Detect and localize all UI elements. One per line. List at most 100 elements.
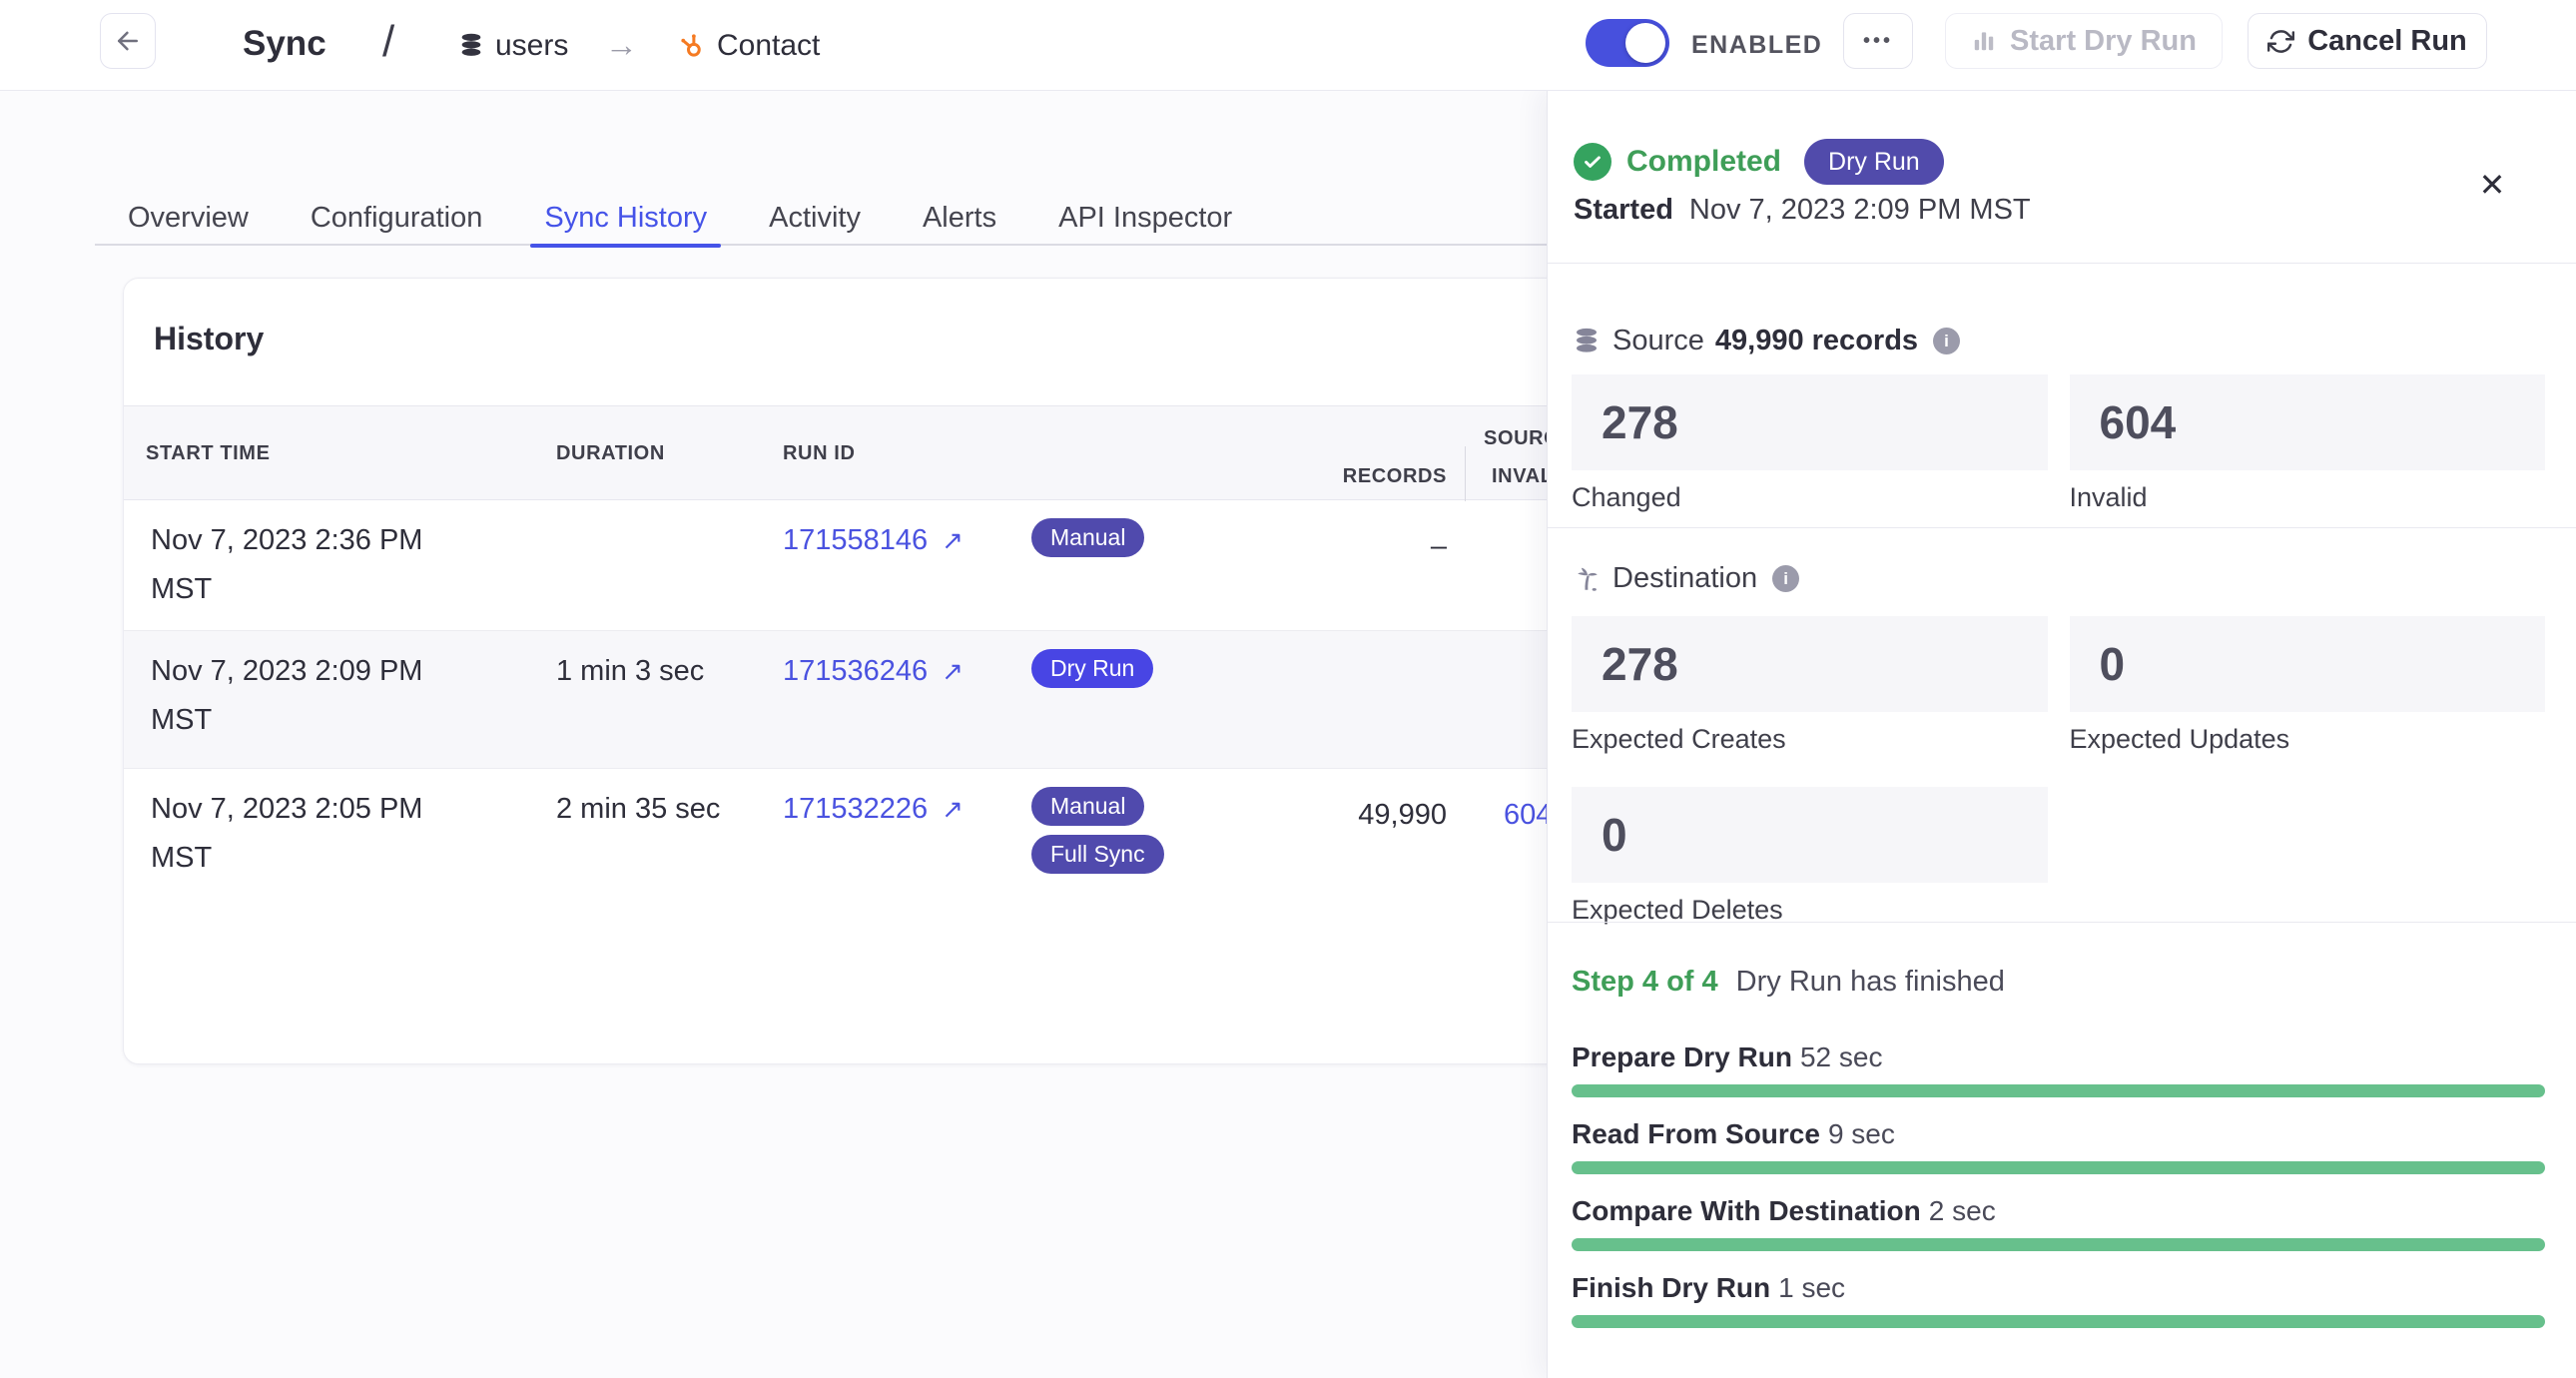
- tab-activity[interactable]: Activity: [769, 190, 861, 246]
- destination-label: Destination: [1612, 562, 1757, 595]
- breadcrumb-source-label: users: [495, 29, 568, 63]
- run-id-link[interactable]: 171532226: [783, 785, 928, 834]
- more-menu-button[interactable]: •••: [1843, 13, 1913, 69]
- page-title: Sync: [243, 24, 326, 64]
- tab-overview[interactable]: Overview: [128, 190, 249, 246]
- info-icon[interactable]: i: [1772, 565, 1799, 592]
- step-read-from-source: Read From Source 9 sec: [1572, 1118, 2545, 1174]
- cell-start-time: Nov 7, 2023 2:36 PM MST: [151, 516, 450, 614]
- tab-api-inspector[interactable]: API Inspector: [1058, 190, 1232, 246]
- cell-run-id: 171532226 ↗: [783, 785, 964, 834]
- cancel-run-label: Cancel Run: [2307, 25, 2467, 58]
- enabled-toggle[interactable]: [1586, 19, 1669, 67]
- run-detail-panel: Completed Dry Run ✕ StartedNov 7, 2023 2…: [1547, 91, 2576, 1378]
- table-row[interactable]: Nov 7, 2023 2:36 PM MST 171558146 ↗ Manu…: [124, 500, 1587, 631]
- destination-section-header: Destination i: [1572, 562, 1799, 595]
- progress-bar: [1572, 1161, 2545, 1174]
- start-dry-run-button[interactable]: Start Dry Run: [1945, 13, 2223, 69]
- enabled-label: ENABLED: [1691, 31, 1822, 60]
- step-duration: 2 sec: [1929, 1195, 1996, 1226]
- step-duration: 9 sec: [1828, 1118, 1895, 1149]
- database-icon: [1572, 327, 1602, 356]
- step-name: Read From Source: [1572, 1118, 1820, 1149]
- back-button[interactable]: [100, 13, 156, 69]
- progress-bar: [1572, 1238, 2545, 1251]
- source-records-count: 49,990 records: [1715, 325, 1918, 357]
- step-prepare-dry-run: Prepare Dry Run 52 sec: [1572, 1041, 2545, 1097]
- step-finish-dry-run: Finish Dry Run 1 sec: [1572, 1272, 2545, 1328]
- database-icon: [457, 32, 485, 60]
- column-records: RECORDS: [1212, 465, 1447, 488]
- hubspot-icon: [677, 31, 707, 61]
- progress-bar: [1572, 1084, 2545, 1097]
- source-stats: 278 Changed 604 Invalid: [1572, 374, 2545, 513]
- breadcrumb-destination-label: Contact: [717, 29, 820, 63]
- history-title: History: [154, 321, 264, 357]
- table-header: START TIME DURATION RUN ID SOURCE RECORD…: [124, 405, 1587, 500]
- top-bar: Sync / users → Contact ENABLED ••• Start…: [0, 0, 2576, 91]
- stat-label: Expected Creates: [1572, 724, 2048, 755]
- started-label: Started: [1574, 194, 1673, 226]
- sync-mode-badge: Full Sync: [1031, 835, 1164, 874]
- stat-expected-creates: 278 Expected Creates: [1572, 616, 2048, 755]
- ellipsis-icon: •••: [1863, 30, 1893, 53]
- column-start-time: START TIME: [146, 406, 271, 501]
- cell-badges: Dry Run: [1031, 649, 1153, 688]
- divider: [1548, 263, 2576, 264]
- step-compare-with-destination: Compare With Destination 2 sec: [1572, 1195, 2545, 1251]
- breadcrumb-source[interactable]: users: [457, 0, 568, 91]
- cell-start-time: Nov 7, 2023 2:05 PM MST: [151, 785, 450, 883]
- stat-label: Invalid: [2070, 482, 2546, 513]
- stat-label: Expected Updates: [2070, 724, 2546, 755]
- step-message: Dry Run has finished: [1736, 966, 2005, 999]
- run-type-badge: Dry Run: [1031, 649, 1153, 688]
- step-name: Finish Dry Run: [1572, 1272, 1770, 1303]
- step-list: Prepare Dry Run 52 sec Read From Source 9 …: [1572, 1041, 2545, 1349]
- step-duration: 1 sec: [1778, 1272, 1845, 1303]
- step-duration: 52 sec: [1800, 1041, 1883, 1072]
- tab-bar: Overview Configuration Sync History Acti…: [95, 190, 1547, 246]
- step-progress-header: Step 4 of 4 Dry Run has finished: [1572, 966, 2005, 999]
- run-id-link[interactable]: 171558146: [783, 516, 928, 565]
- arrow-right-icon: →: [605, 26, 638, 64]
- tab-alerts[interactable]: Alerts: [923, 190, 996, 246]
- tab-configuration[interactable]: Configuration: [311, 190, 483, 246]
- success-check-icon: [1574, 143, 1611, 181]
- table-row[interactable]: Nov 7, 2023 2:05 PM MST 2 min 35 sec 171…: [124, 769, 1587, 1065]
- divider: [1548, 922, 2576, 923]
- close-panel-button[interactable]: ✕: [2470, 163, 2514, 207]
- bar-chart-icon: [1971, 28, 1997, 54]
- stat-expected-updates: 0 Expected Updates: [2070, 616, 2546, 755]
- started-row: StartedNov 7, 2023 2:09 PM MST: [1574, 194, 2031, 227]
- stat-invalid: 604 Invalid: [2070, 374, 2546, 513]
- palm-tree-icon: [1572, 564, 1602, 594]
- stat-label: Changed: [1572, 482, 2048, 513]
- source-section-header: Source 49,990 records i: [1572, 325, 1960, 357]
- step-name: Compare With Destination: [1572, 1195, 1921, 1226]
- step-name: Prepare Dry Run: [1572, 1041, 1792, 1072]
- cancel-run-button[interactable]: Cancel Run: [2248, 13, 2487, 69]
- table-body: Nov 7, 2023 2:36 PM MST 171558146 ↗ Manu…: [124, 500, 1587, 1065]
- stat-changed: 278 Changed: [1572, 374, 2048, 513]
- dry-run-badge: Dry Run: [1804, 139, 1944, 185]
- stat-value: 278: [1572, 616, 2048, 712]
- run-type-badge: Manual: [1031, 787, 1144, 826]
- breadcrumb-destination[interactable]: Contact: [677, 0, 820, 91]
- run-status-row: Completed Dry Run: [1574, 139, 1944, 185]
- column-run-id: RUN ID: [783, 406, 856, 501]
- run-id-link[interactable]: 171536246: [783, 647, 928, 696]
- toggle-knob: [1625, 23, 1665, 63]
- arrow-left-icon: [113, 26, 143, 56]
- info-icon[interactable]: i: [1933, 328, 1960, 354]
- column-duration: DURATION: [556, 406, 665, 501]
- tab-sync-history[interactable]: Sync History: [544, 190, 707, 246]
- progress-bar: [1572, 1315, 2545, 1328]
- table-row-selected[interactable]: Nov 7, 2023 2:09 PM MST 1 min 3 sec 1715…: [124, 631, 1587, 769]
- close-icon: ✕: [2479, 166, 2506, 204]
- destination-stats: 278 Expected Creates 0 Expected Updates …: [1572, 616, 2545, 926]
- cell-invalid-link[interactable]: 604: [1504, 791, 1552, 840]
- refresh-icon: [2267, 28, 2294, 55]
- external-link-icon: ↗: [942, 516, 964, 565]
- tabs: Overview Configuration Sync History Acti…: [128, 190, 1232, 246]
- cell-badges: Manual Full Sync: [1031, 787, 1164, 874]
